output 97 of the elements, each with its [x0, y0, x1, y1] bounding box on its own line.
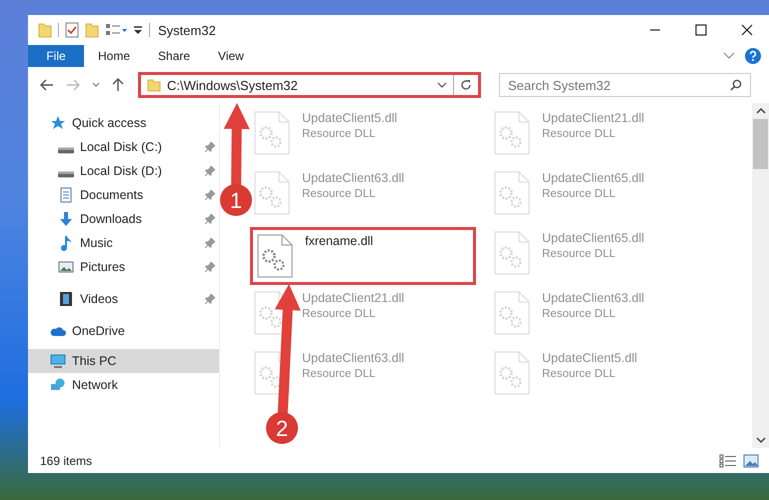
ribbon-tab[interactable]: View	[204, 45, 258, 67]
dll-file-icon	[254, 171, 290, 215]
dll-file-icon	[494, 351, 530, 395]
file-name: UpdateClient65.dll	[542, 171, 644, 185]
recent-dropdown-icon[interactable]	[92, 82, 100, 88]
ribbon-tab[interactable]: Share	[144, 45, 204, 67]
file-type: Resource DLL	[302, 368, 377, 380]
address-bar[interactable]: C:\Windows\System32	[138, 72, 481, 98]
sidebar-label: Documents	[80, 188, 144, 202]
sidebar-item[interactable]: Downloads	[28, 207, 219, 231]
sidebar-label: Downloads	[80, 212, 142, 226]
step-number: 2	[276, 416, 288, 441]
window-title: System32	[158, 22, 216, 38]
drive-icon	[58, 146, 74, 154]
sidebar-item[interactable]: Videos	[28, 287, 219, 311]
vertical-scrollbar[interactable]	[752, 103, 769, 448]
pin-icon[interactable]	[205, 294, 215, 304]
pin-icon[interactable]	[205, 262, 215, 272]
file-type: Resource DLL	[542, 188, 617, 200]
sidebar-label: OneDrive	[72, 324, 125, 338]
sidebar-item[interactable]: This PC	[28, 349, 219, 373]
file-name: UpdateClient21.dll	[302, 291, 404, 305]
dll-file-icon	[254, 111, 290, 155]
file-type: Resource DLL	[542, 368, 617, 380]
dll-file-icon	[494, 111, 530, 155]
back-arrow-icon[interactable]	[40, 79, 54, 91]
pin-icon[interactable]	[205, 166, 215, 176]
dll-file-icon	[494, 171, 530, 215]
drive-icon	[58, 170, 74, 178]
file-name: UpdateClient63.dll	[542, 291, 644, 305]
sidebar-item[interactable]: Local Disk (D:)	[28, 159, 219, 183]
music-icon	[58, 235, 74, 251]
ribbon-tab[interactable]: File	[28, 45, 84, 67]
sidebar-label: Local Disk (C:)	[80, 140, 162, 154]
sidebar-item[interactable]: Pictures	[28, 255, 219, 279]
dropdown-icon[interactable]	[133, 24, 143, 36]
download-icon	[58, 211, 74, 227]
file-type: Resource DLL	[542, 128, 617, 140]
search-icon[interactable]	[730, 79, 742, 91]
large-icons-view-icon[interactable]	[743, 454, 759, 468]
videos-icon	[58, 291, 74, 307]
star-icon	[50, 115, 66, 131]
file-name: fxrename.dll	[305, 234, 374, 248]
step-number: 1	[230, 188, 242, 213]
dll-file-icon	[257, 234, 293, 278]
sidebar-label: Quick access	[72, 116, 146, 130]
search-field[interactable]: Search System32	[499, 73, 751, 97]
sidebar-label: This PC	[72, 354, 116, 368]
file-name: UpdateClient5.dll	[302, 111, 398, 125]
refresh-icon[interactable]	[460, 79, 472, 91]
file-type: Resource DLL	[302, 308, 377, 320]
maximize-icon[interactable]	[695, 24, 707, 36]
customize-toolbar-icon[interactable]	[105, 23, 127, 37]
pin-icon[interactable]	[205, 238, 215, 248]
scroll-up-icon[interactable]	[756, 107, 766, 115]
file-item[interactable]: fxrename.dll	[250, 227, 476, 285]
sidebar-label: Videos	[80, 292, 118, 306]
details-view-icon[interactable]	[719, 454, 737, 468]
address-path: C:\Windows\System32	[167, 78, 299, 92]
properties-icon[interactable]	[65, 22, 79, 38]
dll-file-icon	[494, 291, 530, 335]
chevron-down-icon[interactable]	[437, 82, 447, 88]
file-name: UpdateClient65.dll	[542, 231, 644, 245]
sidebar-item[interactable]: OneDrive	[28, 319, 219, 343]
close-icon[interactable]	[741, 24, 753, 36]
sidebar-item[interactable]: Music	[28, 231, 219, 255]
sidebar-label: Pictures	[80, 260, 126, 274]
ribbon-tab[interactable]: Home	[84, 45, 144, 67]
pin-icon[interactable]	[205, 142, 215, 152]
file-type: Resource DLL	[302, 188, 377, 200]
up-arrow-icon[interactable]	[112, 78, 124, 92]
sidebar-item[interactable]: Quick access	[28, 111, 219, 135]
item-count: 169 items	[40, 454, 92, 468]
pin-icon[interactable]	[205, 214, 215, 224]
network-icon	[50, 377, 66, 393]
sidebar-item[interactable]: Local Disk (C:)	[28, 135, 219, 159]
help-icon[interactable]	[745, 48, 761, 64]
folder-icon	[147, 78, 161, 92]
dll-file-icon	[494, 231, 530, 275]
sidebar-item[interactable]: Network	[28, 373, 219, 397]
sidebar-label: Local Disk (D:)	[80, 164, 162, 178]
file-name: UpdateClient63.dll	[302, 171, 404, 185]
scroll-thumb[interactable]	[753, 119, 768, 169]
pin-icon[interactable]	[205, 190, 215, 200]
file-name: UpdateClient63.dll	[302, 351, 404, 365]
pc-icon	[50, 353, 66, 369]
file-type: Resource DLL	[542, 248, 617, 260]
scroll-down-icon[interactable]	[756, 436, 766, 444]
file-name: UpdateClient5.dll	[542, 351, 638, 365]
documents-icon	[58, 187, 74, 203]
file-type: Resource DLL	[302, 128, 377, 140]
file-name: UpdateClient21.dll	[542, 111, 644, 125]
file-type: Resource DLL	[542, 308, 617, 320]
sidebar-label: Network	[72, 378, 118, 392]
sidebar-label: Music	[80, 236, 113, 250]
sidebar-item[interactable]: Documents	[28, 183, 219, 207]
pictures-icon	[58, 259, 74, 275]
